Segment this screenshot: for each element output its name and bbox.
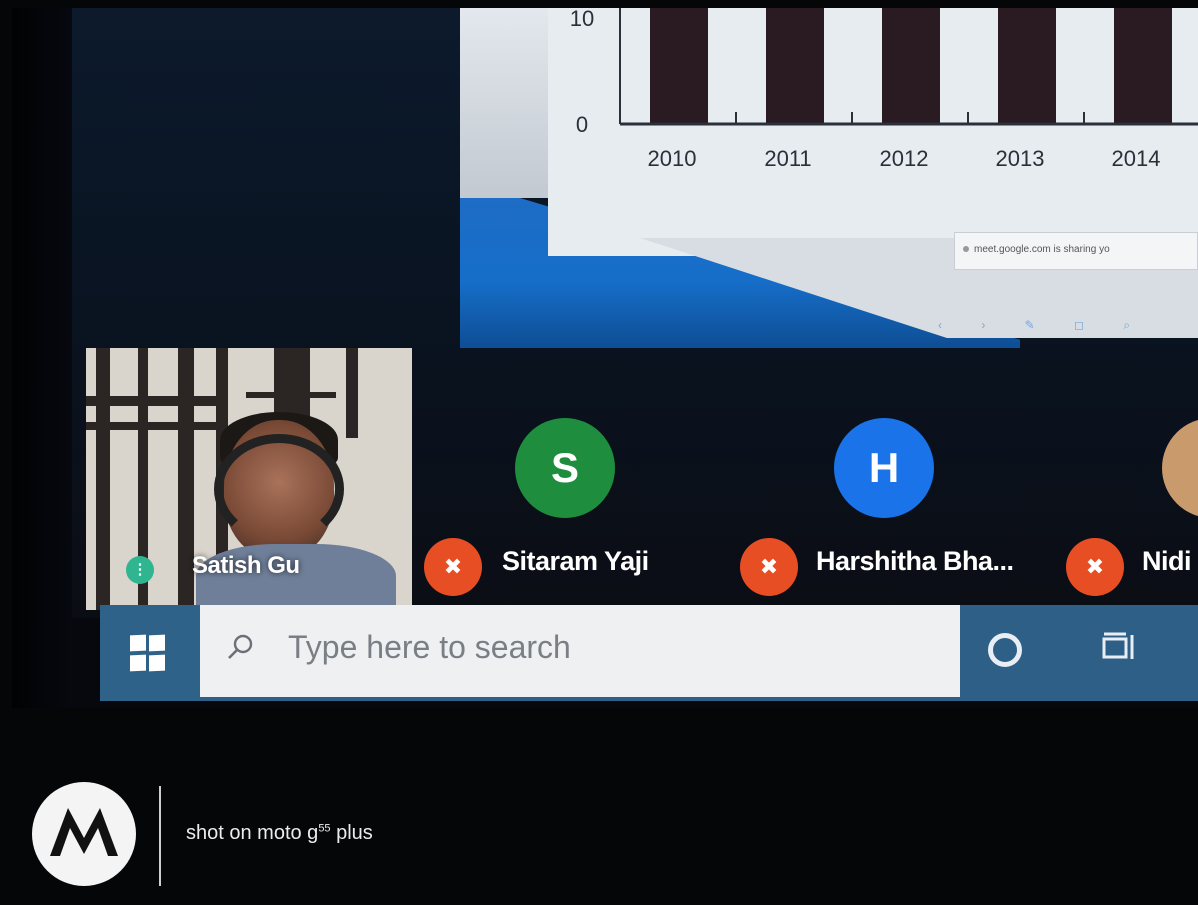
x-tick-label: 2011 bbox=[764, 146, 811, 171]
screen-left-edge bbox=[12, 8, 72, 708]
start-button[interactable] bbox=[100, 605, 200, 701]
watermark-divider bbox=[159, 786, 161, 886]
camera-watermark-text: shot on moto g55 plus bbox=[186, 822, 373, 844]
mic-off-icon: ✖ bbox=[740, 538, 798, 596]
search-icon bbox=[228, 634, 253, 659]
participant-tile[interactable]: S ✖ Sitaram Yaji bbox=[424, 418, 724, 618]
info-icon bbox=[963, 246, 969, 252]
share-notice-text: meet.google.com is sharing yo bbox=[974, 244, 1110, 255]
participant-tile[interactable]: ✖ Nidi bbox=[1066, 418, 1198, 618]
participant-tile[interactable]: H ✖ Harshitha Bha... bbox=[740, 418, 1060, 618]
windows-taskbar: Type here to search bbox=[100, 605, 1198, 701]
participant-name: Nidi bbox=[1142, 546, 1192, 576]
x-tick-label: 2013 bbox=[996, 146, 1045, 171]
mic-off-icon: ✖ bbox=[1066, 538, 1124, 596]
monitor-screen: 2010 2011 2012 2013 2014 0 10 meet.google.com … bbox=[12, 8, 1198, 708]
participant-avatar: S bbox=[515, 418, 615, 518]
self-name-label: Satish Gu bbox=[192, 552, 300, 579]
presentation-toolbar[interactable]: ‹ › ✎ ◻ ⌕ bbox=[938, 318, 1148, 333]
chart-bar bbox=[998, 8, 1056, 124]
x-tick-label: 2014 bbox=[1112, 146, 1161, 171]
speaking-indicator-icon: ⋮ bbox=[126, 556, 154, 584]
participant-avatar: H bbox=[834, 418, 934, 518]
chart-bar bbox=[1114, 8, 1172, 124]
search-placeholder: Type here to search bbox=[288, 629, 571, 665]
participant-name: Sitaram Yaji bbox=[502, 546, 649, 576]
taskbar-search-box[interactable]: Type here to search bbox=[200, 605, 960, 697]
cortana-icon[interactable] bbox=[988, 633, 1022, 667]
participant-name: Harshitha Bha... bbox=[816, 546, 1014, 576]
shared-presentation: 2010 2011 2012 2013 2014 0 10 meet.google.com … bbox=[460, 8, 1198, 348]
chart-bar bbox=[650, 8, 708, 124]
x-tick-label: 2010 bbox=[648, 146, 697, 171]
windows-logo-icon bbox=[130, 634, 166, 671]
motorola-logo-icon bbox=[32, 782, 136, 886]
y-tick-label: 10 bbox=[570, 8, 594, 31]
x-tick-label: 2012 bbox=[880, 146, 929, 171]
chart-bar bbox=[766, 8, 824, 124]
participant-avatar bbox=[1162, 418, 1198, 518]
screen-share-notice: meet.google.com is sharing yo bbox=[954, 232, 1198, 270]
mic-off-icon: ✖ bbox=[424, 538, 482, 596]
self-video-tile[interactable]: ⋮ Satish Gu bbox=[86, 348, 412, 610]
headset bbox=[214, 434, 344, 544]
chart-bar bbox=[882, 8, 940, 124]
task-view-icon[interactable] bbox=[1100, 629, 1138, 667]
y-tick-label: 0 bbox=[576, 112, 588, 137]
bar-chart: 2010 2011 2012 2013 2014 0 10 bbox=[570, 8, 1198, 171]
